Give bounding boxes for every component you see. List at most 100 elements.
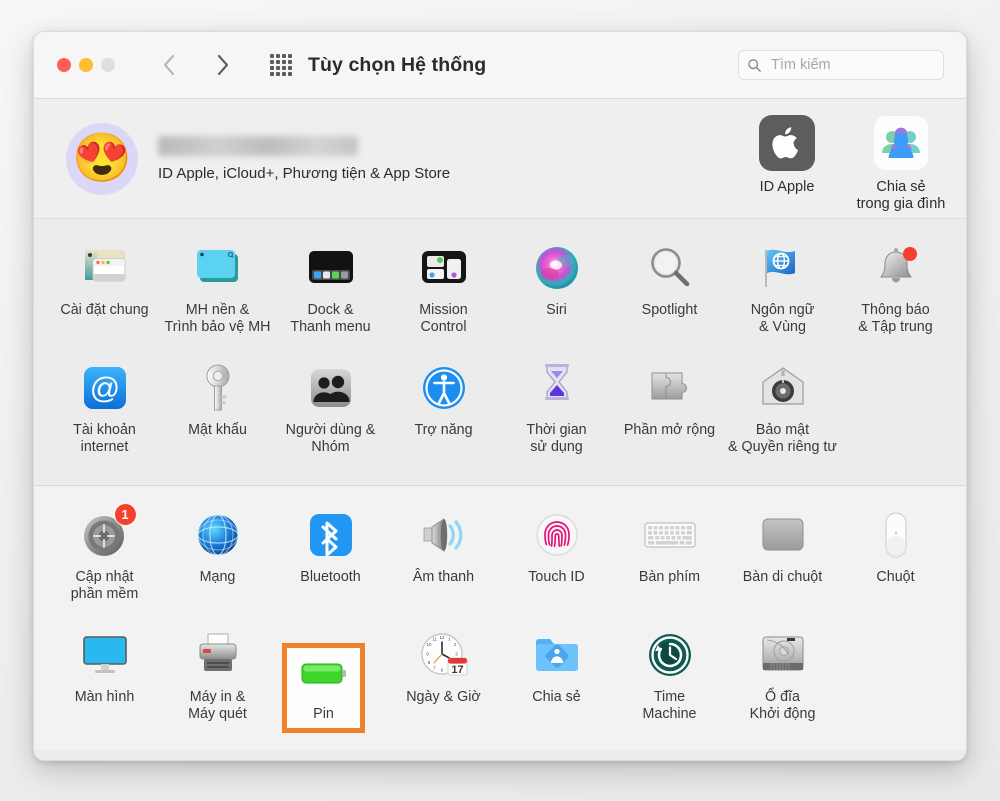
pref-mission-control[interactable]: Mission Control bbox=[387, 235, 500, 355]
screen: Tùy chọn Hệ thống 😍 ID Apple, iCloud+, P… bbox=[0, 0, 1000, 801]
system-preferences-window: Tùy chọn Hệ thống 😍 ID Apple, iCloud+, P… bbox=[33, 31, 967, 761]
pref-label: MH nền & Trình bảo vệ MH bbox=[164, 302, 271, 335]
accessibility-icon bbox=[417, 361, 471, 415]
account-subtitle: ID Apple, iCloud+, Phương tiện & App Sto… bbox=[158, 164, 451, 182]
pref-label: Máy in & Máy quét bbox=[188, 689, 247, 722]
account-name-blurred bbox=[158, 135, 358, 156]
pref-bao-mat[interactable]: Bảo mật & Quyền riêng tư bbox=[726, 355, 839, 475]
siri-icon bbox=[530, 241, 584, 295]
pref-label: Siri bbox=[546, 302, 567, 318]
pref-label: Ngôn ngữ & Vùng bbox=[750, 302, 815, 335]
pref-phan-mo-rong[interactable]: Phần mở rộng bbox=[613, 355, 726, 475]
pref-may-in[interactable]: Máy in & Máy quét bbox=[161, 622, 274, 742]
pref-chia-se[interactable]: Chia sẻ bbox=[500, 622, 613, 742]
avatar-emoji: 😍 bbox=[72, 131, 132, 185]
traffic-lights bbox=[57, 58, 115, 72]
pref-label: Mission Control bbox=[419, 302, 468, 335]
pref-ban-phim[interactable]: Bàn phím bbox=[613, 502, 726, 622]
pref-dock[interactable]: Dock & Thanh menu bbox=[274, 235, 387, 355]
show-all-grid-icon[interactable] bbox=[270, 54, 292, 76]
pref-bluetooth[interactable]: Bluetooth bbox=[274, 502, 387, 622]
pref-label: Mạng bbox=[199, 569, 236, 585]
pref-label: Ngày & Giờ bbox=[406, 689, 481, 705]
pref-touch-id[interactable]: Touch ID bbox=[500, 502, 613, 622]
pref-chuot[interactable]: Chuột bbox=[839, 502, 952, 622]
minimize-button[interactable] bbox=[79, 58, 93, 72]
pref-cap-nhat-phan-mem[interactable]: 1 Cập nhật phần mềm bbox=[48, 502, 161, 622]
software-update-icon: 1 bbox=[78, 504, 136, 562]
account-text-block: ID Apple, iCloud+, Phương tiện & App Sto… bbox=[158, 135, 451, 182]
pref-label: Chuột bbox=[876, 569, 915, 585]
pref-mh-nen[interactable]: MH nền & Trình bảo vệ MH bbox=[161, 235, 274, 355]
pref-label: Pin bbox=[313, 706, 334, 722]
pref-label: Time Machine bbox=[642, 689, 697, 722]
language-region-icon bbox=[756, 241, 810, 295]
pref-man-hinh[interactable]: Màn hình bbox=[48, 622, 161, 742]
preferences-section-top: Cài đặt chung MH nền & Trình bảo vệ MH D… bbox=[34, 219, 966, 486]
shortcut-label: ID Apple bbox=[759, 179, 815, 195]
pref-mat-khau[interactable]: Mật khẩu bbox=[161, 355, 274, 475]
notifications-focus-icon bbox=[869, 241, 923, 295]
bluetooth-icon bbox=[304, 508, 358, 562]
pref-label: Bluetooth bbox=[300, 569, 361, 585]
shortcut-family-sharing[interactable]: Chia sẻ trong gia đình bbox=[856, 115, 946, 213]
svg-text:@: @ bbox=[89, 372, 119, 405]
pref-label: Bàn di chuột bbox=[742, 569, 823, 585]
preference-row: @ Tài khoản internet Mật khẩu Người dùng… bbox=[48, 355, 952, 475]
mouse-icon bbox=[869, 508, 923, 562]
pref-label: Bàn phím bbox=[638, 569, 701, 585]
internet-accounts-icon: @ bbox=[78, 361, 132, 415]
mission-control-icon bbox=[417, 241, 471, 295]
pref-tro-nang[interactable]: Trợ năng bbox=[387, 355, 500, 475]
svg-text:11: 11 bbox=[432, 637, 437, 642]
pref-tai-khoan-internet[interactable]: @ Tài khoản internet bbox=[48, 355, 161, 475]
pref-mang[interactable]: Mạng bbox=[161, 502, 274, 622]
pref-label: Touch ID bbox=[528, 569, 585, 585]
avatar[interactable]: 😍 bbox=[66, 122, 138, 195]
time-machine-icon bbox=[643, 628, 697, 682]
pref-label: Spotlight bbox=[641, 302, 698, 318]
pref-thong-bao[interactable]: Thông báo & Tập trung bbox=[839, 235, 952, 355]
pref-ban-di-chuot[interactable]: Bàn di chuột bbox=[726, 502, 839, 622]
pin-highlight-annotation: Pin bbox=[282, 643, 365, 733]
search-input[interactable] bbox=[769, 56, 935, 74]
calendar-day: 17 bbox=[451, 664, 463, 676]
pref-time-machine[interactable]: Time Machine bbox=[613, 622, 726, 742]
account-shortcuts: ID Apple Chia sẻ trong gia đình bbox=[742, 115, 946, 213]
zoom-button[interactable] bbox=[101, 58, 115, 72]
close-button[interactable] bbox=[57, 58, 71, 72]
printers-scanners-icon bbox=[191, 628, 245, 682]
pref-label: Cập nhật phần mềm bbox=[70, 569, 139, 602]
pref-label: Thông báo & Tập trung bbox=[858, 302, 933, 335]
preference-row: 1 Cập nhật phần mềm Mạng Bluetooth Âm th… bbox=[48, 502, 952, 622]
pref-label: Trợ năng bbox=[414, 422, 473, 438]
startup-disk-icon bbox=[756, 628, 810, 682]
pref-nguoi-dung-nhom[interactable]: Người dùng & Nhóm bbox=[274, 355, 387, 475]
dock-menubar-icon bbox=[304, 241, 358, 295]
users-groups-icon bbox=[304, 361, 358, 415]
apple-id-account-row[interactable]: 😍 ID Apple, iCloud+, Phương tiện & App S… bbox=[34, 99, 966, 219]
touch-id-icon bbox=[530, 508, 584, 562]
pref-label: Ổ đĩa Khởi động bbox=[749, 689, 816, 722]
general-icon bbox=[78, 241, 132, 295]
forward-chevron-icon[interactable] bbox=[215, 53, 230, 77]
pref-thoi-gian-su-dung[interactable]: Thời gian sử dụng bbox=[500, 355, 613, 475]
pref-label: Thời gian sử dụng bbox=[526, 422, 587, 455]
pref-label: Bảo mật & Quyền riêng tư bbox=[728, 422, 837, 455]
pref-am-thanh[interactable]: Âm thanh bbox=[387, 502, 500, 622]
svg-text:10: 10 bbox=[426, 642, 431, 647]
shortcut-label: Chia sẻ trong gia đình bbox=[856, 179, 946, 212]
back-chevron-icon[interactable] bbox=[162, 53, 177, 77]
shortcut-apple-id[interactable]: ID Apple bbox=[742, 115, 832, 213]
pref-ngon-ngu-vung[interactable]: Ngôn ngữ & Vùng bbox=[726, 235, 839, 355]
security-privacy-icon bbox=[756, 361, 810, 415]
pref-ngay-gio[interactable]: 12369 1245 781011 17 Ngày & Gi bbox=[387, 622, 500, 742]
battery-icon bbox=[287, 656, 360, 690]
spotlight-icon bbox=[643, 241, 697, 295]
search-field[interactable] bbox=[738, 50, 944, 80]
pref-cai-dat-chung[interactable]: Cài đặt chung bbox=[48, 235, 161, 355]
pref-spotlight[interactable]: Spotlight bbox=[613, 235, 726, 355]
pref-o-dia-khoi-dong[interactable]: Ổ đĩa Khởi động bbox=[726, 622, 839, 742]
screen-time-icon bbox=[530, 361, 584, 415]
pref-siri[interactable]: Siri bbox=[500, 235, 613, 355]
